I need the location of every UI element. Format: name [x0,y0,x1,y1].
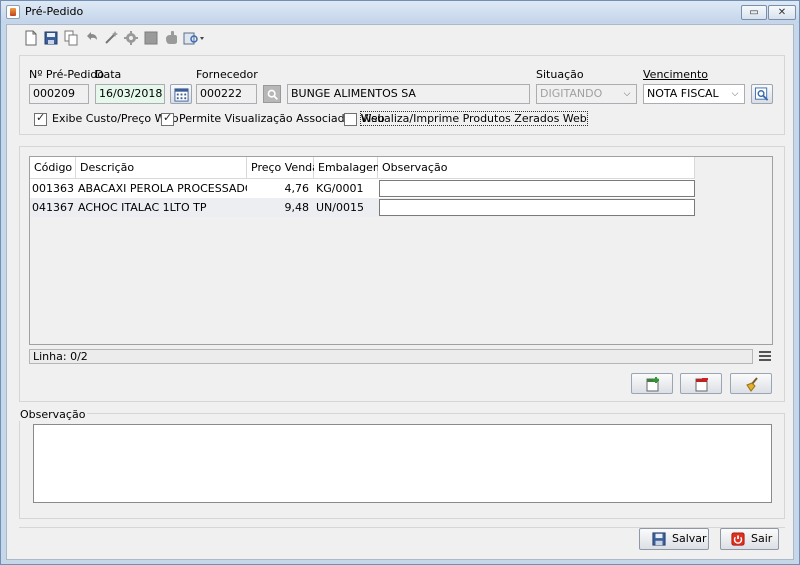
observacao-textarea[interactable] [33,424,772,503]
exibe-custo-checkbox[interactable]: ✓ Exibe Custo/Preço Web [34,111,179,128]
col-header-descricao[interactable]: Descrição [76,157,247,179]
checkbox-box[interactable]: ✓ [34,111,47,126]
permite-visualizacao-checkbox[interactable]: ✓ Permite Visualização Associados Web [161,111,385,128]
data-field[interactable]: 16/03/2018 [95,84,165,104]
table-row[interactable]: 041367 ACHOC ITALAC 1LTO TP 9,48 UN/0015 [30,198,695,217]
col-header-observacao[interactable]: Observação [378,157,695,179]
column-menu-icon[interactable] [759,351,771,361]
print-preview-icon[interactable] [183,30,207,46]
new-document-icon[interactable] [23,30,39,46]
calendar-icon [174,88,189,102]
copy-icon[interactable] [63,30,79,46]
exit-icon [731,532,745,546]
stop-icon[interactable] [143,30,159,46]
cell-codigo: 001363 [32,182,74,195]
numero-label: Nº Pré-Pedido [29,68,105,81]
cell-descricao: ACHOC ITALAC 1LTO TP [78,201,207,214]
java-app-icon [6,5,20,19]
fornecedor-code-field[interactable]: 000222 [196,84,257,104]
cell-embalagem: KG/0001 [316,182,364,195]
situacao-select[interactable]: DIGITANDO ⌵ [536,84,637,104]
situacao-label: Situação [536,68,584,81]
chevron-down-icon: ⌵ [623,89,631,99]
salvar-label: Salvar [672,532,707,545]
close-button[interactable]: ✕ [768,5,796,20]
col-header-preco[interactable]: Preço Venda [247,157,319,179]
window-title: Pré-Pedido [25,5,84,18]
undo-icon[interactable] [83,30,99,46]
broom-icon [746,377,758,392]
cell-observacao-input[interactable] [379,199,695,216]
fornecedor-name-field[interactable]: BUNGE ALIMENTOS SA [287,84,530,104]
visualiza-zerados-label: Visualiza/Imprime Produtos Zerados Web [360,111,588,126]
cell-codigo: 041367 [32,201,74,214]
visualiza-zerados-checkbox[interactable]: Visualiza/Imprime Produtos Zerados Web [344,111,588,128]
hand-icon[interactable] [163,30,179,46]
check-mark-icon: ✓ [163,111,173,124]
magic-wand-icon[interactable] [103,30,119,46]
calendar-button[interactable] [170,84,192,104]
add-row-icon [646,377,659,392]
vencimento-value: NOTA FISCAL [647,87,719,100]
check-mark-icon: ✓ [36,111,46,124]
data-label: Data [95,68,122,81]
items-grid[interactable]: Código Descrição Preço Venda Embalagem O… [29,156,773,345]
toolbar [23,28,243,50]
checkbox-box[interactable]: ✓ [161,111,174,126]
sair-button[interactable]: Sair [720,528,779,550]
table-row[interactable]: 001363 ABACAXI PEROLA PROCESSADO KG 4,76… [30,179,695,198]
app-window: Pré-Pedido ▭ ✕ Nº Pré-Pedido 000209 Data… [0,0,800,565]
grid-status-bar: Linha: 0/2 [29,349,753,364]
chevron-down-icon: ⌵ [731,89,739,99]
cell-embalagem: UN/0015 [316,201,364,214]
numero-field[interactable]: 000209 [29,84,89,104]
delete-row-button[interactable] [680,373,722,394]
add-row-button[interactable] [631,373,673,394]
vencimento-zoom-button[interactable] [751,84,773,104]
col-header-embalagem[interactable]: Embalagem [314,157,384,179]
search-icon [267,89,278,100]
sair-label: Sair [751,532,773,545]
vencimento-label: Vencimento [643,68,709,81]
zoom-search-icon [754,87,769,101]
save-icon [652,532,666,546]
cell-preco: 9,48 [284,201,310,214]
cell-preco: 4,76 [284,182,310,195]
cell-observacao-input[interactable] [379,180,695,197]
delete-row-icon [695,378,708,392]
fornecedor-label: Fornecedor [196,68,258,81]
clear-button[interactable] [730,373,772,394]
title-bar[interactable]: Pré-Pedido ▭ ✕ [1,1,799,23]
salvar-button[interactable]: Salvar [639,528,709,550]
fornecedor-search-button[interactable] [263,85,281,103]
checkbox-box[interactable] [344,113,357,126]
cell-descricao: ABACAXI PEROLA PROCESSADO KG [78,182,247,195]
client-area: Nº Pré-Pedido 000209 Data 16/03/2018 For… [6,24,794,560]
restore-button[interactable]: ▭ [741,5,767,20]
header-panel: Nº Pré-Pedido 000209 Data 16/03/2018 For… [19,55,785,135]
gear-icon[interactable] [123,30,139,46]
col-header-codigo[interactable]: Código [30,157,76,179]
observacao-label: Observação [18,408,88,421]
save-icon[interactable] [43,30,59,46]
exibe-custo-label: Exibe Custo/Preço Web [52,112,179,125]
situacao-value: DIGITANDO [540,87,603,100]
vencimento-select[interactable]: NOTA FISCAL ⌵ [643,84,745,104]
